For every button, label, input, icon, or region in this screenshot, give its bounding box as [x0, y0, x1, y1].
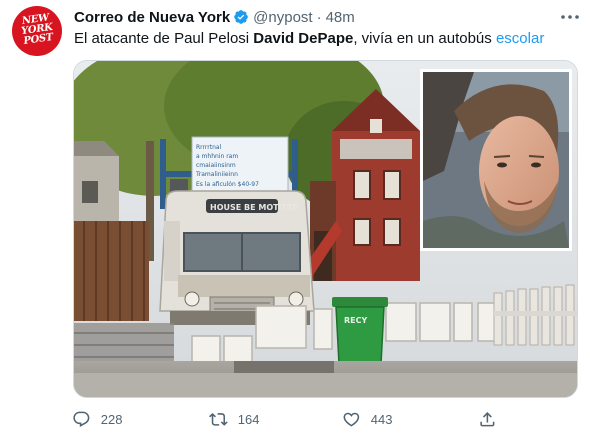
tweet-photo[interactable]: Rrrrrtnal a mhhnin ram cmaiaiinsinm Tram…	[73, 60, 578, 398]
more-options-icon[interactable]	[558, 8, 582, 26]
bus-destination-sign: HOUSE BE MOTITTE	[210, 203, 298, 212]
white-bus: HOUSE BE MOTITTE	[159, 190, 315, 325]
handle[interactable]: @nypost	[253, 9, 312, 26]
retweet-count: 164	[237, 411, 260, 427]
tweet-text-part: El atacante de Paul Pelosi	[74, 30, 254, 47]
tweet-text-part: , vivía en un autobús	[353, 30, 496, 47]
reply-icon	[73, 411, 90, 427]
tweet-text-bold: David DePape	[253, 30, 354, 47]
like-count: 443	[370, 411, 393, 427]
like-icon	[343, 412, 360, 427]
wooden-fence	[74, 221, 149, 321]
hashtag-link[interactable]: escolar	[496, 30, 544, 47]
banner-line: Rrrrrtnal	[196, 144, 222, 151]
retweet-button[interactable]: 164	[209, 404, 259, 434]
share-icon	[480, 411, 495, 427]
reply-count: 228	[100, 411, 123, 427]
banner-line: Tramaliniieinn	[195, 171, 238, 178]
avatar[interactable]: NEW YORK POST	[12, 6, 62, 56]
inset-portrait	[420, 69, 572, 251]
banner-line: cmaiaiinsinm	[196, 162, 236, 169]
banner-line: a mhhnin ram	[196, 153, 238, 160]
tweet-text: El atacante de Paul Pelosi David DePape,…	[74, 29, 544, 49]
banner-line: Es la aficulón $40-97	[196, 181, 259, 188]
avatar-logo: NEW YORK POST	[20, 12, 54, 47]
reply-button[interactable]: 228	[72, 404, 122, 434]
tweet-actions: 228 164 443	[62, 404, 512, 434]
separator-dot: ·	[316, 8, 322, 26]
tweet[interactable]: NEW YORK POST Correo de Nueva York @nypo…	[0, 0, 590, 440]
tweet-header: Correo de Nueva York @nypost · 48m	[74, 7, 355, 27]
retweet-icon	[209, 412, 228, 426]
display-name[interactable]: Correo de Nueva York	[74, 9, 230, 26]
share-button[interactable]	[478, 404, 497, 434]
timestamp[interactable]: 48m	[326, 9, 355, 26]
like-button[interactable]: 443	[342, 404, 392, 434]
bin-label: RECY	[344, 316, 367, 325]
verified-badge-icon	[234, 10, 249, 24]
photo-scene: Rrrrrtnal a mhhnin ram cmaiaiinsinm Tram…	[74, 61, 577, 397]
